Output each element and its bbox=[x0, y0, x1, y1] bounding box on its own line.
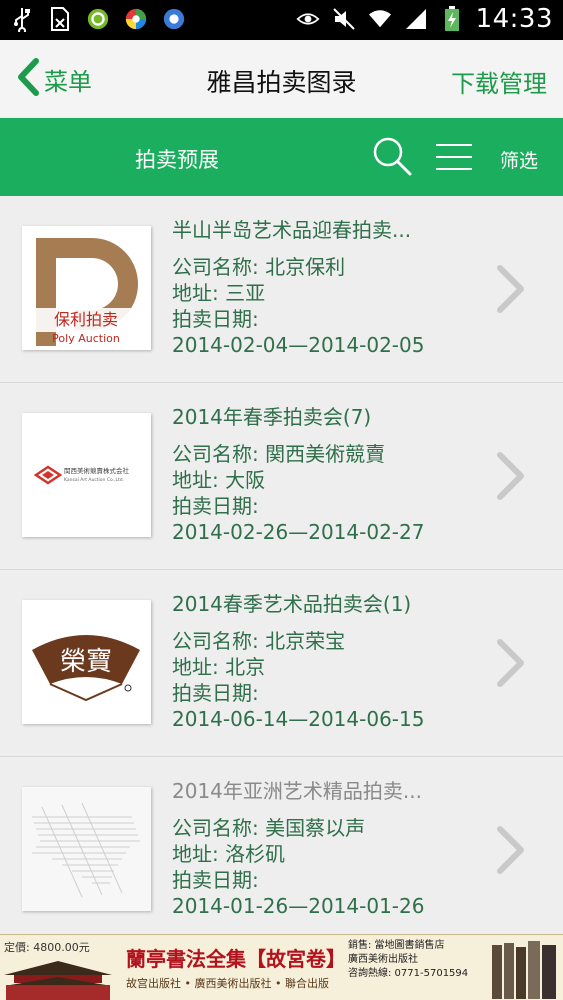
title-bar: 菜单 雅昌拍卖图录 下载管理 bbox=[0, 40, 563, 118]
address-label: 地址: bbox=[172, 468, 226, 492]
date-value: 2014-02-26—2014-02-27 bbox=[172, 520, 425, 544]
banner-publishers: 故宫出版社 • 廣西美術出版社 • 聯合出版 bbox=[126, 977, 329, 990]
status-bar: 14:33 bbox=[0, 0, 563, 40]
usb-icon bbox=[10, 6, 34, 32]
svg-text:榮寶: 榮寶 bbox=[60, 647, 112, 677]
banner-title: 蘭亭書法全集【故宮卷】 bbox=[126, 947, 346, 971]
company-value: 関西美術競賣 bbox=[265, 442, 386, 466]
item-info: 公司名称: 美国蔡以声 地址: 洛杉矶 拍卖日期: 2014-01-26—201… bbox=[172, 815, 424, 919]
list-item[interactable]: 榮寶 2014春季艺术品拍卖会(1) 公司名称: 北京荣宝 地址: 北京 拍卖日… bbox=[0, 570, 563, 757]
address-label: 地址: bbox=[172, 655, 226, 679]
company-label: 公司名称: bbox=[172, 629, 266, 653]
item-title: 半山半岛艺术品迎春拍卖... bbox=[172, 218, 412, 242]
address-value: 洛杉矶 bbox=[225, 842, 286, 866]
tab-auction-preview[interactable]: 拍卖预展 bbox=[135, 144, 219, 174]
company-label: 公司名称: bbox=[172, 442, 266, 466]
wifi-icon bbox=[368, 6, 392, 32]
signal-icon bbox=[404, 6, 428, 32]
svg-text:関西美術競賣株式会社: 関西美術競賣株式会社 bbox=[64, 466, 130, 475]
date-value: 2014-06-14—2014-06-15 bbox=[172, 707, 425, 731]
ad-banner[interactable]: 定價: 4800.00元 蘭亭書法全集【故宮卷】 故宫出版社 • 廣西美術出版社… bbox=[0, 934, 563, 1000]
sync-app-icon bbox=[86, 6, 110, 32]
address-label: 地址: bbox=[172, 281, 226, 305]
item-title: 2014年春季拍卖会(7) bbox=[172, 405, 372, 429]
date-label: 拍卖日期: bbox=[172, 494, 259, 518]
eye-icon bbox=[296, 6, 320, 32]
company-value: 北京保利 bbox=[265, 255, 346, 279]
address-value: 大阪 bbox=[225, 468, 266, 492]
company-value: 美国蔡以声 bbox=[265, 816, 366, 840]
item-info: 公司名称: 北京荣宝 地址: 北京 拍卖日期: 2014-06-14—2014-… bbox=[172, 628, 424, 732]
download-manager-button[interactable]: 下载管理 bbox=[451, 64, 547, 99]
item-title: 2014年亚洲艺术精品拍卖... bbox=[172, 779, 422, 803]
company-label: 公司名称: bbox=[172, 255, 266, 279]
battery-icon bbox=[440, 6, 464, 32]
browser-app-icon bbox=[124, 6, 148, 32]
date-label: 拍卖日期: bbox=[172, 681, 259, 705]
address-label: 地址: bbox=[172, 842, 226, 866]
rongbao-logo: 榮寶 bbox=[22, 600, 151, 724]
kansai-auction-logo: 関西美術競賣株式会社 Kansai Art Auction Co.,Ltd. bbox=[22, 413, 151, 537]
address-value: 北京 bbox=[225, 655, 266, 679]
item-info: 公司名称: 北京保利 地址: 三亚 拍卖日期: 2014-02-04—2014-… bbox=[172, 254, 424, 358]
list-item[interactable]: 2014年亚洲艺术精品拍卖... 公司名称: 美国蔡以声 地址: 洛杉矶 拍卖日… bbox=[0, 757, 563, 935]
company-label: 公司名称: bbox=[172, 816, 266, 840]
auction-list: 保利拍卖 Poly Auction 半山半岛艺术品迎春拍卖... 公司名称: 北… bbox=[0, 196, 563, 935]
svg-text:Poly Auction: Poly Auction bbox=[52, 332, 120, 345]
clock: 14:33 bbox=[475, 4, 553, 34]
placeholder-logo bbox=[22, 787, 151, 911]
svg-text:保利拍卖: 保利拍卖 bbox=[54, 310, 118, 329]
mute-icon bbox=[332, 6, 356, 32]
banner-sales-line: 銷售: 當地圖書銷售店 bbox=[348, 940, 445, 951]
list-item[interactable]: 保利拍卖 Poly Auction 半山半岛艺术品迎春拍卖... 公司名称: 北… bbox=[0, 196, 563, 383]
palace-illustration bbox=[4, 961, 112, 1000]
chevron-right-icon bbox=[495, 825, 527, 875]
banner-sales-info: 銷售: 當地圖書銷售店 廣西美術出版社 咨詢熱線: 0771-5701594 bbox=[348, 939, 468, 981]
book-set-image bbox=[492, 941, 556, 999]
list-menu-icon[interactable] bbox=[434, 142, 474, 172]
date-label: 拍卖日期: bbox=[172, 868, 259, 892]
item-info: 公司名称: 関西美術競賣 地址: 大阪 拍卖日期: 2014-02-26—201… bbox=[172, 441, 424, 545]
date-label: 拍卖日期: bbox=[172, 307, 259, 331]
no-sim-icon bbox=[48, 6, 72, 32]
item-title: 2014春季艺术品拍卖会(1) bbox=[172, 592, 412, 616]
company-value: 北京荣宝 bbox=[265, 629, 346, 653]
app-notification-icon bbox=[162, 6, 186, 32]
banner-hotline: 咨詢熱線: 0771-5701594 bbox=[348, 968, 469, 979]
date-value: 2014-01-26—2014-01-26 bbox=[172, 894, 425, 918]
tab-bar: 拍卖预展 筛选 bbox=[0, 118, 563, 196]
address-value: 三亚 bbox=[225, 281, 266, 305]
date-value: 2014-02-04—2014-02-05 bbox=[172, 333, 425, 357]
poly-auction-logo: 保利拍卖 Poly Auction bbox=[22, 226, 151, 350]
banner-publisher-line: 廣西美術出版社 bbox=[348, 954, 418, 965]
svg-text:Kansai Art Auction Co.,Ltd.: Kansai Art Auction Co.,Ltd. bbox=[64, 477, 124, 483]
chevron-right-icon bbox=[495, 264, 527, 314]
search-icon[interactable] bbox=[370, 134, 414, 178]
filter-button[interactable]: 筛选 bbox=[500, 146, 538, 173]
chevron-right-icon bbox=[495, 638, 527, 688]
list-item[interactable]: 関西美術競賣株式会社 Kansai Art Auction Co.,Ltd. 2… bbox=[0, 383, 563, 570]
chevron-right-icon bbox=[495, 451, 527, 501]
